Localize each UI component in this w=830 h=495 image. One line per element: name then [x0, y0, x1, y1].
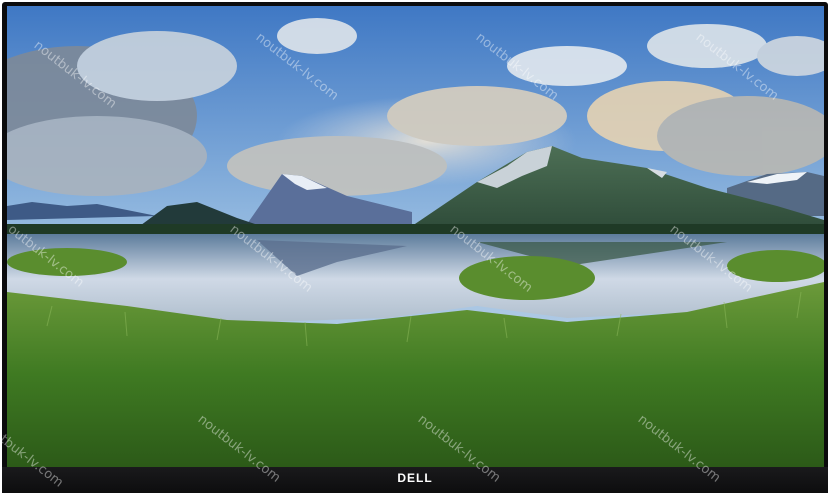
grass-island [459, 256, 595, 300]
dell-logo: DELL [397, 471, 433, 485]
monitor: DELL noutbuk-lv.com noutbuk-lv.com noutb… [0, 0, 830, 495]
screen-wallpaper [7, 6, 824, 467]
treeline [7, 224, 824, 234]
